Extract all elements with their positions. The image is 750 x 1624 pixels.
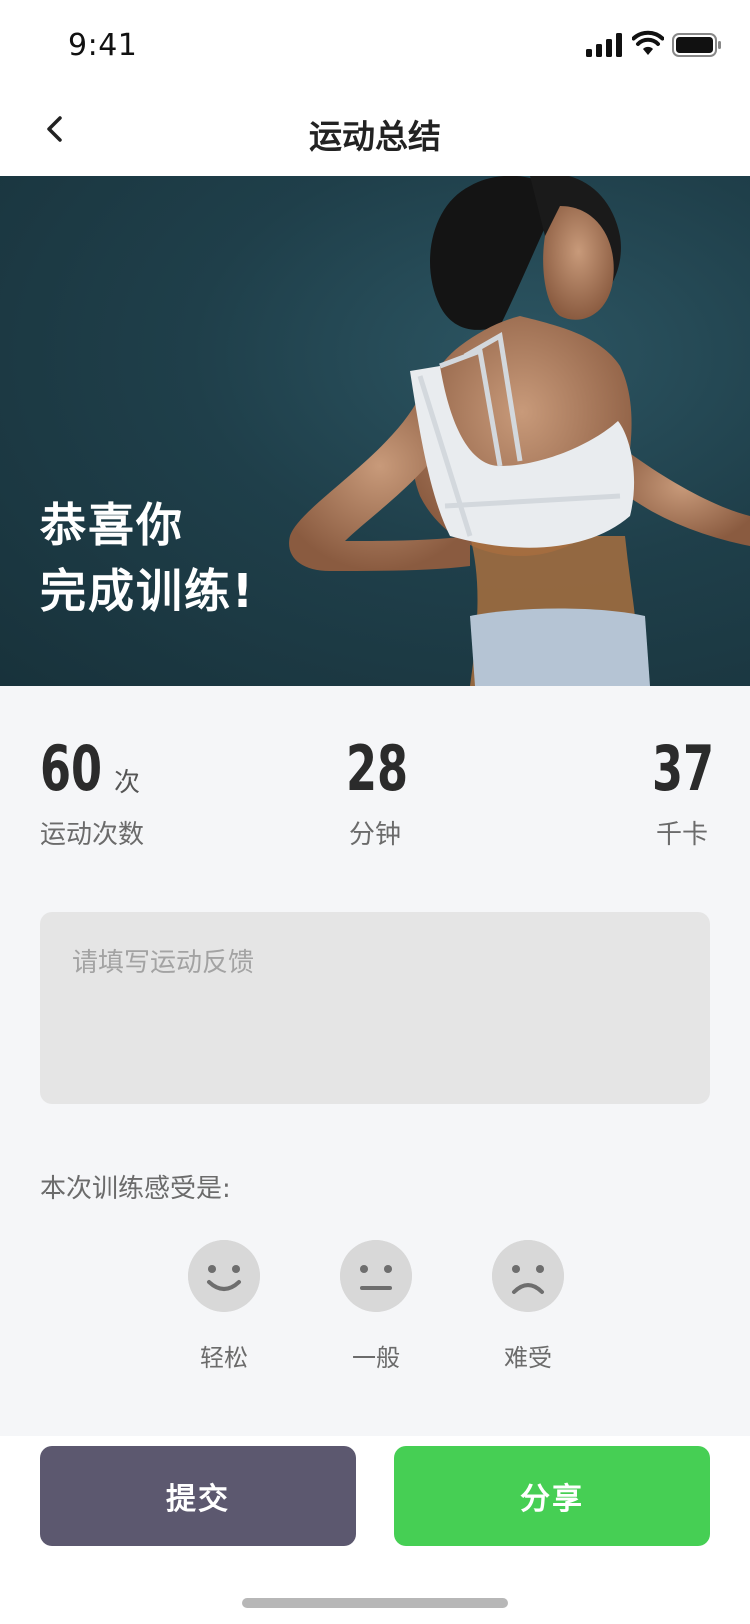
feedback-box[interactable] (40, 912, 710, 1104)
stat-count-unit: 次 (114, 768, 141, 798)
mood-label: 一般 (352, 1344, 400, 1372)
mood-option-normal[interactable]: 一般 (316, 1240, 436, 1373)
cellular-signal-icon (586, 33, 622, 57)
hero-line-1: 恭喜你 (40, 498, 184, 552)
feedback-input[interactable] (72, 942, 678, 1082)
status-time: 9:41 (68, 28, 138, 63)
share-button[interactable]: 分享 (394, 1446, 710, 1546)
stat-duration-label: 分钟 (349, 820, 402, 850)
hero-line-2: 完成训练! (40, 564, 255, 618)
battery-icon (672, 33, 721, 57)
smile-icon (188, 1240, 260, 1312)
mood-label: 轻松 (200, 1344, 248, 1372)
home-indicator[interactable] (242, 1598, 508, 1608)
stat-duration-value: 28 (346, 732, 409, 805)
submit-button[interactable]: 提交 (40, 1446, 356, 1546)
feeling-prompt: 本次训练感受是: (40, 1174, 231, 1204)
stat-count-value: 60 (40, 732, 103, 805)
page-title: 运动总结 (309, 117, 441, 156)
sad-face-icon (492, 1240, 564, 1312)
stat-calories-value: 37 (652, 732, 715, 805)
hero-banner: 恭喜你 完成训练! (0, 176, 750, 686)
wifi-icon (632, 30, 664, 55)
neutral-face-icon (340, 1240, 412, 1312)
mood-option-hard[interactable]: 难受 (468, 1240, 588, 1373)
stat-calories-label: 千卡 (656, 820, 709, 850)
mood-label: 难受 (504, 1344, 552, 1372)
stat-count-label: 运动次数 (40, 820, 145, 850)
mood-option-easy[interactable]: 轻松 (164, 1240, 284, 1373)
hero-congrats-text: 恭喜你 完成训练! (40, 492, 255, 624)
